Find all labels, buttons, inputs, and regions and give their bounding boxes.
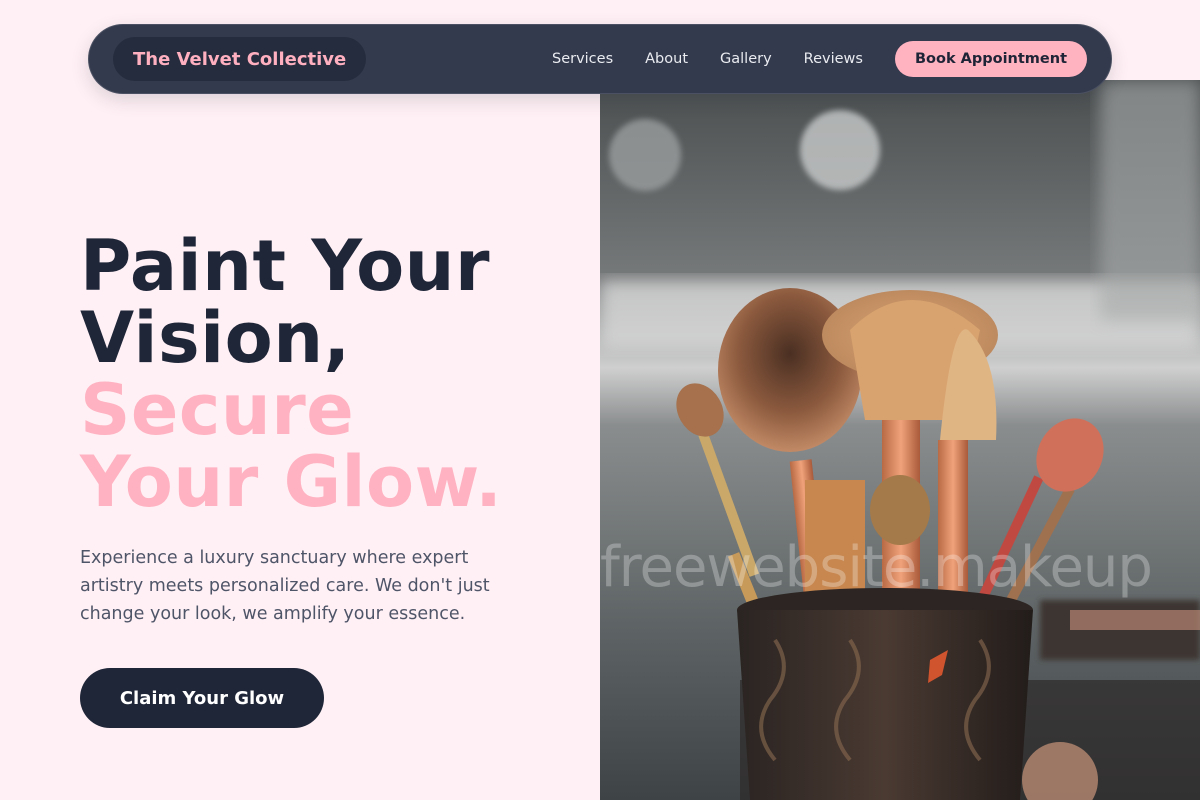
nav-links: Services About Gallery Reviews Book Appo… (552, 41, 1087, 77)
nav-link-reviews[interactable]: Reviews (804, 51, 863, 67)
headline-highlight-line-2: Your Glow. (80, 441, 503, 523)
claim-your-glow-button[interactable]: Claim Your Glow (80, 668, 324, 728)
hero-headline: Paint Your Vision, Secure Your Glow. (80, 230, 502, 518)
brand-name: The Velvet Collective (133, 48, 347, 70)
nav-link-gallery[interactable]: Gallery (720, 51, 772, 67)
hero-description: Experience a luxury sanctuary where expe… (80, 548, 490, 624)
makeup-brushes-illustration (600, 80, 1200, 800)
book-appointment-button[interactable]: Book Appointment (894, 41, 1087, 77)
nav-link-about[interactable]: About (645, 51, 688, 67)
hero-image: freewebsite.makeup (600, 80, 1200, 800)
watermark-text: freewebsite.makeup (600, 535, 1153, 600)
headline-highlight-line-1: Secure (80, 369, 355, 451)
headline-line-1: Paint Your (80, 225, 491, 307)
brand-logo[interactable]: The Velvet Collective (113, 37, 367, 81)
headline-line-2: Vision, (80, 297, 351, 379)
top-navigation: The Velvet Collective Services About Gal… (88, 24, 1112, 94)
nav-link-services[interactable]: Services (552, 51, 613, 67)
